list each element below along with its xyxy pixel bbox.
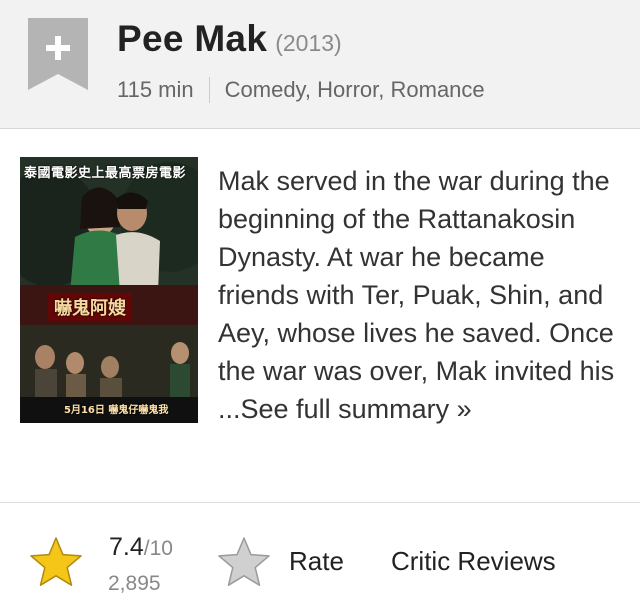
rating-count: 2,895 [108,572,161,595]
imdb-rating: 7.4/10 [109,533,173,562]
rate-label: Rate [289,546,344,576]
see-full-summary-link[interactable]: See full summary » [241,394,472,424]
critic-reviews-link[interactable]: Critic Reviews [391,546,556,577]
poster-tagline: 泰國電影史上最高票房電影 [24,166,187,181]
title-header: Pee Mak (2013) 115 min Comedy, Horror, Ro… [0,0,640,129]
divider [0,502,640,503]
genres: Comedy, Horror, Romance [224,77,485,102]
rate-button[interactable]: Rate [216,536,356,592]
movie-poster[interactable]: 泰國電影史上最高票房電影 嚇鬼阿嫂 5月16日 嚇鬼仔嚇鬼我 [20,157,198,423]
rating-max: /10 [143,537,173,560]
movie-meta: 115 min Comedy, Horror, Romance [117,77,485,103]
meta-divider [208,77,210,103]
runtime: 115 min [117,77,194,102]
plus-ribbon-icon [28,18,88,90]
rating-score: 7.4 [109,533,144,561]
rating-star-icon [28,536,84,588]
poster-release-date: 5月16日 嚇鬼仔嚇鬼我 [64,405,169,416]
add-to-watchlist-button[interactable] [28,18,88,90]
movie-year: (2013) [275,30,342,56]
summary-text: Mak served in the war during the beginni… [218,166,615,424]
poster-title: 嚇鬼阿嫂 [48,293,132,321]
poster-artwork [20,157,198,423]
title-row: Pee Mak (2013) [117,18,342,60]
rate-star-icon [218,537,270,586]
movie-title: Pee Mak [117,18,268,59]
plot-summary: Mak served in the war during the beginni… [218,162,628,428]
